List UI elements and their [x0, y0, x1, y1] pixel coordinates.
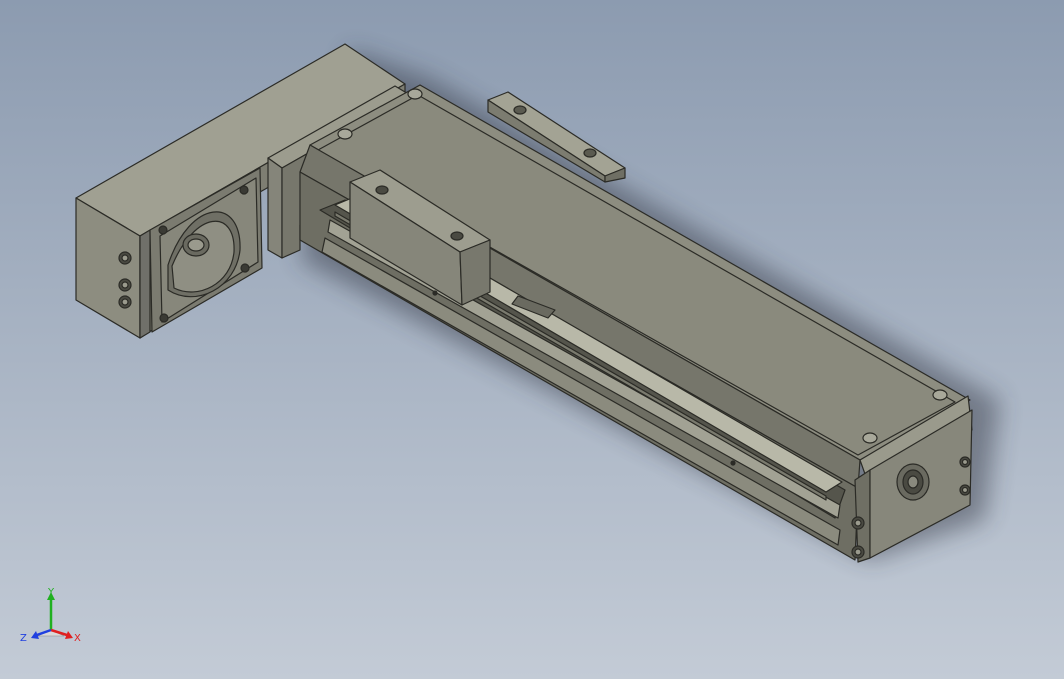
x-axis-label: X	[74, 633, 81, 644]
linear-actuator-model[interactable]	[0, 0, 1064, 679]
motor-side-screws	[118, 251, 132, 309]
y-axis-label: Y	[47, 587, 55, 598]
3d-viewport[interactable]: Y X Z	[0, 0, 1064, 679]
coordinate-triad: Y X Z	[20, 587, 81, 644]
z-axis-label: Z	[20, 633, 27, 644]
